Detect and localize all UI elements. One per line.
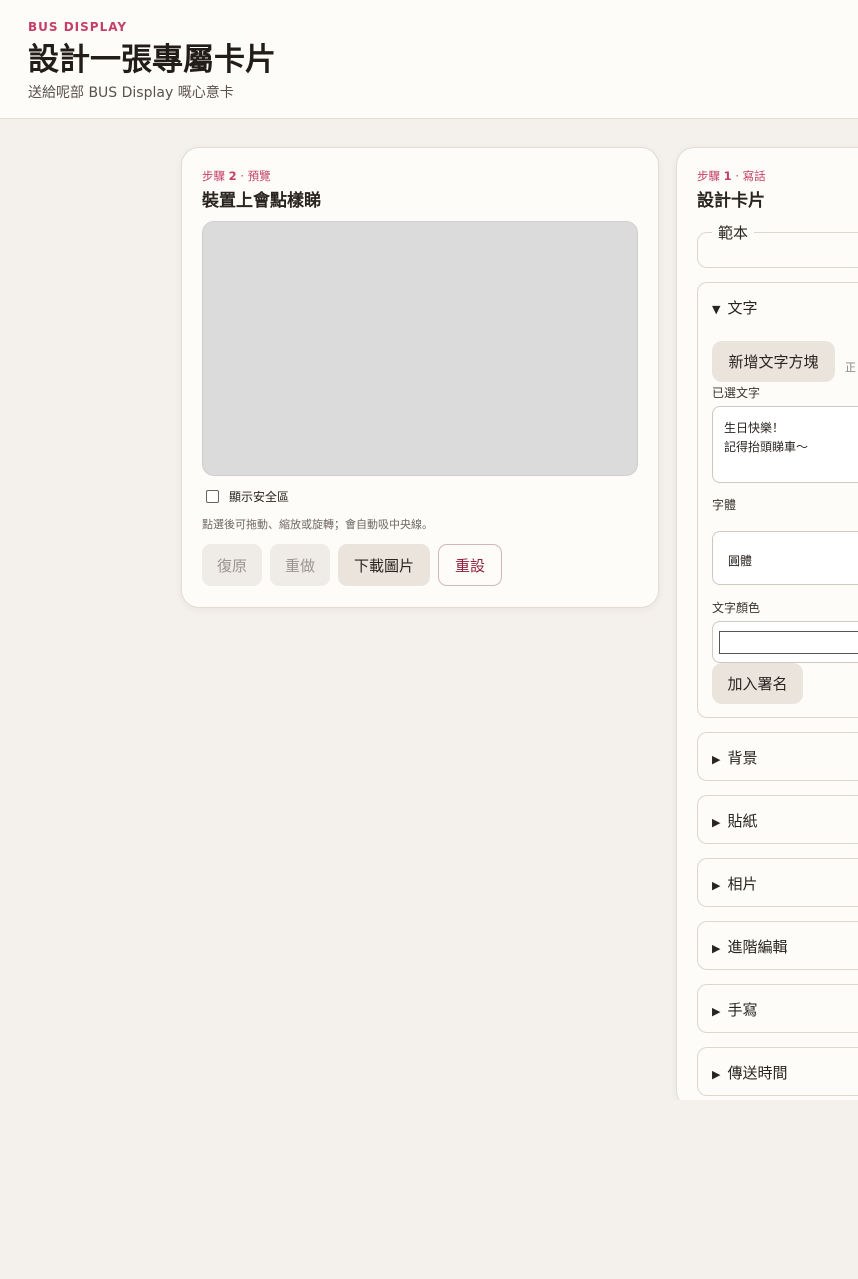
textarea-line: 記得抬頭睇車～: [724, 440, 809, 454]
safe-zone-label: 顯示安全區: [229, 490, 290, 504]
safe-zone-toggle[interactable]: 顯示安全區: [206, 488, 289, 505]
section-label: 貼紙: [727, 812, 758, 830]
background-section[interactable]: ▶ 背景: [697, 732, 858, 781]
editor-card: 步驟 1 · 寫話 設計卡片 範本 ▼ 文字 新增文字方塊 正 已選文字 生日快樂…: [676, 147, 858, 1108]
triangle-right-icon: ▶: [712, 942, 721, 955]
section-label: 傳送時間: [727, 1064, 788, 1082]
add-signature-button[interactable]: 加入署名: [712, 663, 803, 704]
advanced-edit-section-header[interactable]: ▶ 進階編輯: [712, 936, 787, 957]
page-subtitle: 送給呢部 BUS Display 嘅心意卡: [28, 85, 234, 101]
preview-title: 裝置上會點樣睇: [202, 191, 321, 211]
undo-button[interactable]: 復原: [202, 544, 262, 586]
background-section-header[interactable]: ▶ 背景: [712, 747, 757, 768]
preview-step-label: 步驟 2 · 預覽: [202, 169, 271, 183]
text-color-input[interactable]: [712, 621, 858, 663]
template-fieldset[interactable]: 範本: [697, 222, 858, 268]
triangle-down-icon: ▼: [712, 303, 721, 316]
text-section-label: 文字: [727, 299, 758, 317]
download-button[interactable]: 下載圖片: [338, 544, 430, 586]
editor-title: 設計卡片: [697, 191, 765, 211]
send-time-section[interactable]: ▶ 傳送時間: [697, 1047, 858, 1096]
handwriting-section-header[interactable]: ▶ 手寫: [712, 999, 757, 1020]
section-label: 背景: [727, 749, 758, 767]
handwriting-section[interactable]: ▶ 手寫: [697, 984, 858, 1033]
text-section-header[interactable]: ▼ 文字: [712, 297, 757, 318]
triangle-right-icon: ▶: [712, 816, 721, 829]
font-label: 字體: [712, 498, 737, 512]
triangle-right-icon: ▶: [712, 879, 721, 892]
triangle-right-icon: ▶: [712, 1005, 721, 1018]
textarea-line: 生日快樂！: [724, 421, 785, 435]
safe-zone-checkbox[interactable]: [206, 490, 219, 503]
send-time-section-header[interactable]: ▶ 傳送時間: [712, 1062, 787, 1083]
photos-section-header[interactable]: ▶ 相片: [712, 873, 757, 894]
section-label: 手寫: [727, 1001, 758, 1019]
text-section: ▼ 文字 新增文字方塊 正 已選文字 生日快樂！ 記得抬頭睇車～ 字體 圓體 文字…: [697, 282, 858, 718]
preview-card: 步驟 2 · 預覽 裝置上會點樣睇 顯示安全區 點選後可拖動、縮放或旋轉；會自動…: [181, 147, 659, 608]
page-background: [0, 1100, 858, 1279]
canvas-hint: 點選後可拖動、縮放或旋轉；會自動吸中央線。: [202, 518, 433, 531]
redo-button[interactable]: 重做: [270, 544, 330, 586]
editor-step-label: 步驟 1 · 寫話: [697, 169, 766, 183]
photos-section[interactable]: ▶ 相片: [697, 858, 858, 907]
page-header: BUS DISPLAY 設計一張專屬卡片 送給呢部 BUS Display 嘅心…: [0, 0, 858, 119]
triangle-right-icon: ▶: [712, 753, 721, 766]
brand-label: BUS DISPLAY: [28, 20, 128, 34]
reset-button[interactable]: 重設: [438, 544, 502, 586]
text-color-swatch[interactable]: [719, 631, 858, 654]
selected-text-label: 已選文字: [712, 386, 761, 400]
advanced-edit-section[interactable]: ▶ 進階編輯: [697, 921, 858, 970]
text-color-label: 文字顏色: [712, 601, 761, 615]
stickers-section-header[interactable]: ▶ 貼紙: [712, 810, 757, 831]
stickers-section[interactable]: ▶ 貼紙: [697, 795, 858, 844]
template-legend: 範本: [712, 222, 755, 243]
card-canvas[interactable]: [202, 221, 638, 476]
add-text-hint: 正: [845, 361, 856, 374]
font-select-value: 圓體: [728, 554, 753, 568]
font-select[interactable]: 圓體: [712, 531, 858, 585]
page-title: 設計一張專屬卡片: [28, 42, 276, 78]
section-label: 相片: [727, 875, 758, 893]
section-label: 進階編輯: [727, 938, 788, 956]
selected-text-textarea[interactable]: 生日快樂！ 記得抬頭睇車～: [712, 406, 858, 483]
triangle-right-icon: ▶: [712, 1068, 721, 1081]
add-text-box-button[interactable]: 新增文字方塊: [712, 341, 835, 382]
